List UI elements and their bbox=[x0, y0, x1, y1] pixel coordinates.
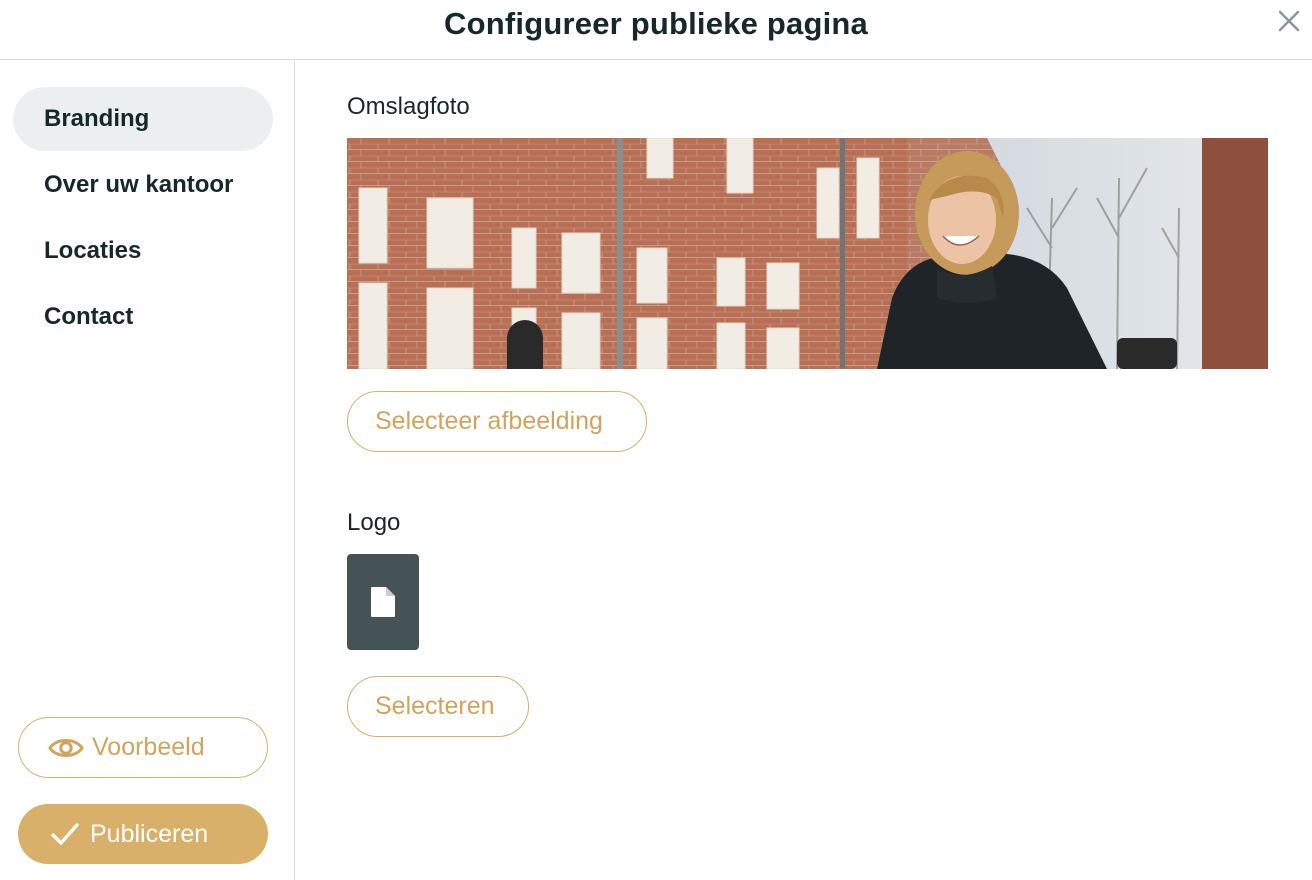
preview-button-label: Voorbeeld bbox=[92, 733, 205, 761]
publish-button-label: Publiceren bbox=[90, 819, 209, 848]
select-logo-button-label: Selecteren bbox=[375, 692, 495, 720]
sidebar: Branding Over uw kantoor Locaties Contac… bbox=[0, 60, 295, 880]
logo-placeholder bbox=[347, 554, 419, 650]
main-panel: Omslagfoto Selecteer afbeelding Logo Sel… bbox=[296, 60, 1312, 880]
publish-button[interactable]: Publiceren bbox=[18, 804, 268, 864]
logo-label: Logo bbox=[347, 509, 401, 536]
select-image-button-label: Selecteer afbeelding bbox=[375, 407, 603, 435]
preview-button[interactable]: Voorbeeld bbox=[18, 717, 268, 778]
eye-icon bbox=[48, 738, 84, 757]
cover-photo-label: Omslagfoto bbox=[347, 93, 470, 120]
sidebar-item-contact[interactable]: Contact bbox=[13, 285, 273, 349]
check-icon bbox=[51, 823, 79, 845]
sidebar-item-locaties[interactable]: Locaties bbox=[13, 219, 273, 283]
sidebar-item-over-uw-kantoor[interactable]: Over uw kantoor bbox=[13, 153, 273, 217]
modal-header: Configureer publieke pagina bbox=[0, 0, 1312, 60]
close-icon[interactable] bbox=[1276, 6, 1302, 34]
select-image-button[interactable]: Selecteer afbeelding bbox=[347, 391, 647, 452]
sidebar-item-branding[interactable]: Branding bbox=[13, 87, 273, 151]
cover-photo bbox=[347, 138, 1268, 369]
file-icon bbox=[371, 587, 395, 617]
modal-title: Configureer publieke pagina bbox=[444, 6, 868, 41]
select-logo-button[interactable]: Selecteren bbox=[347, 676, 529, 737]
close-button[interactable] bbox=[1276, 6, 1302, 34]
